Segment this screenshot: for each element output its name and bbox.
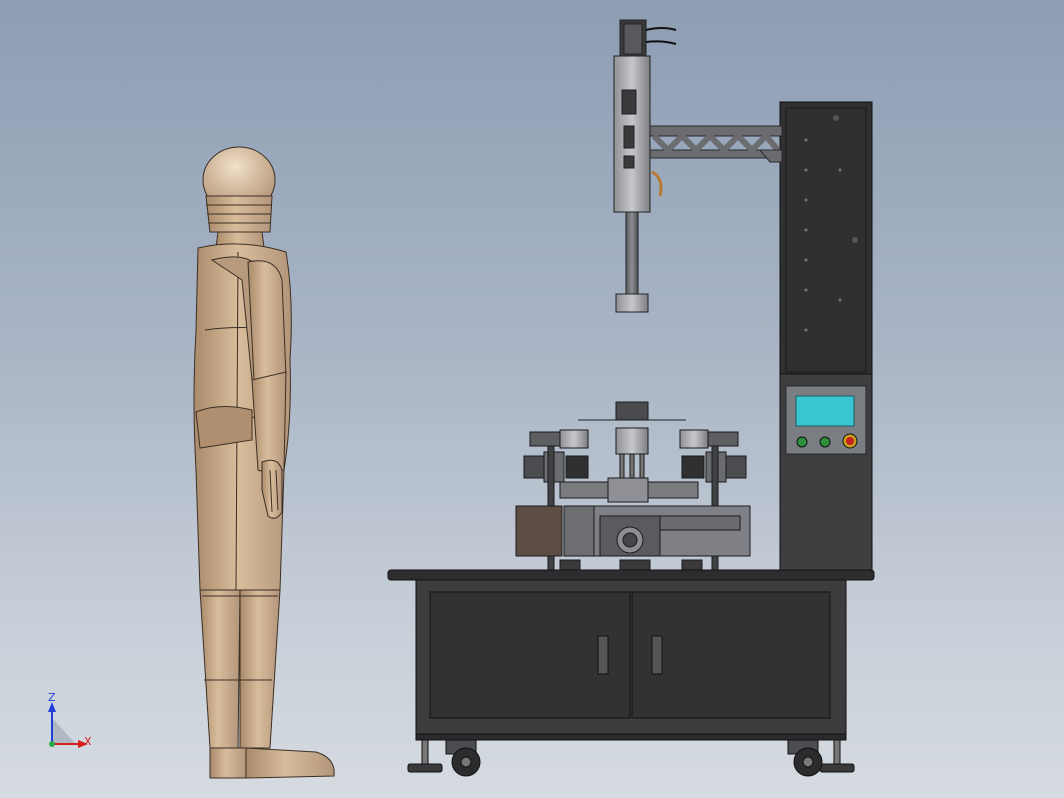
mannequin-arm (247, 260, 287, 389)
press-head (615, 293, 649, 313)
machine-cabinet (387, 569, 875, 777)
fixture-assembly (515, 401, 751, 573)
z-axis-actuator (613, 19, 677, 313)
x-axis-label: X (84, 735, 92, 748)
start-button[interactable] (796, 436, 808, 448)
z-axis-label: Z (48, 691, 56, 704)
coordinate-triad: Z X (38, 692, 98, 756)
model-viewport[interactable]: Z X (0, 0, 1064, 798)
mannequin-foot (209, 747, 247, 779)
truss-arm (645, 125, 783, 163)
leveling-foot (407, 763, 443, 773)
assembly-scene[interactable] (0, 0, 1064, 798)
leveling-foot-right (819, 763, 855, 773)
door-handle-left[interactable] (597, 635, 609, 675)
table-top (387, 569, 875, 581)
mannequin-leg (199, 589, 241, 749)
human-mannequin (193, 146, 335, 779)
piston-rod (625, 211, 639, 297)
tower-upper (779, 101, 873, 375)
start-button-2[interactable] (819, 436, 831, 448)
door-handle-right[interactable] (651, 635, 663, 675)
hmi-screen[interactable] (795, 395, 855, 427)
